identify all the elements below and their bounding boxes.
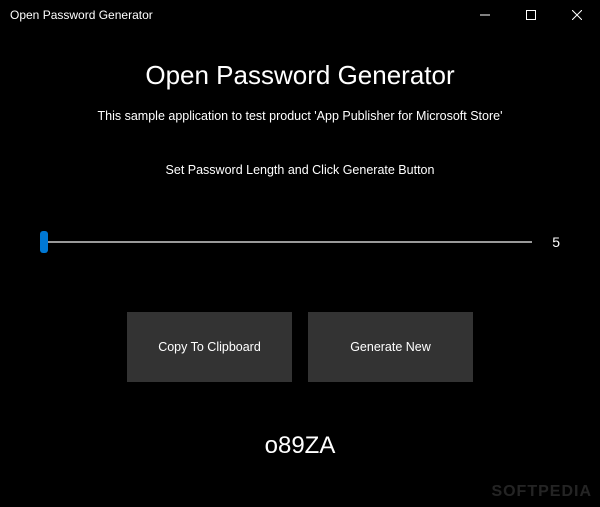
page-title: Open Password Generator: [145, 60, 454, 91]
subtitle-text: This sample application to test product …: [98, 109, 503, 123]
slider-row: 5: [40, 232, 560, 252]
watermark: SOFTPEDIA: [491, 483, 592, 501]
maximize-button[interactable]: [508, 0, 554, 30]
instruction-text: Set Password Length and Click Generate B…: [166, 163, 435, 177]
app-window: Open Password Generator Open Password Ge…: [0, 0, 600, 507]
generated-password: o89ZA: [265, 432, 336, 460]
minimize-button[interactable]: [462, 0, 508, 30]
close-icon: [572, 10, 582, 20]
slider-track: [40, 241, 532, 243]
copy-to-clipboard-button[interactable]: Copy To Clipboard: [127, 312, 292, 382]
titlebar: Open Password Generator: [0, 0, 600, 30]
slider-value: 5: [548, 234, 560, 250]
content-area: Open Password Generator This sample appl…: [0, 30, 600, 507]
window-title: Open Password Generator: [10, 8, 153, 22]
button-row: Copy To Clipboard Generate New: [127, 312, 473, 382]
close-button[interactable]: [554, 0, 600, 30]
slider-thumb[interactable]: [40, 231, 48, 253]
minimize-icon: [480, 10, 490, 20]
window-controls: [462, 0, 600, 30]
maximize-icon: [526, 10, 536, 20]
generate-new-button[interactable]: Generate New: [308, 312, 473, 382]
length-slider[interactable]: [40, 232, 532, 252]
